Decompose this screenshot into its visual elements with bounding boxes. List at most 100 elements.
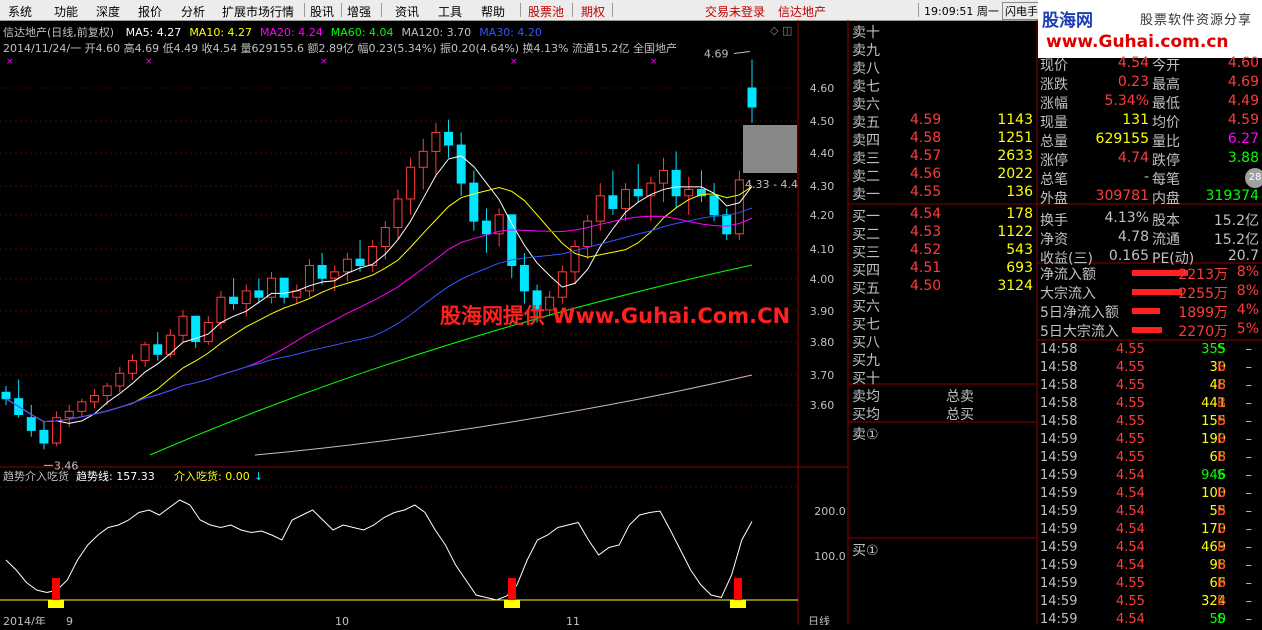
quote-label: 内盘 [1152,191,1180,207]
signal-mark: × [145,57,153,67]
notification-badge[interactable]: 28 [1245,168,1262,188]
buy-queue-label: 买① [852,543,879,559]
bid-label: 买五 [852,281,880,297]
ask-volume: 136 [1006,184,1033,200]
flow-label: 大宗流入 [1040,286,1096,302]
trend-line [5,499,753,601]
quote-label: 股本 [1152,213,1180,229]
ask-level[interactable]: 卖一 4.55 136 [852,184,1036,203]
ask-volume: 1251 [997,130,1033,146]
tick-price: 4.55 [1116,414,1145,429]
indicator-tick: 100.0 [814,550,846,563]
ask-price: 4.57 [910,148,942,164]
quote-value: 20.7 [1227,248,1259,264]
ask-label: 卖五 [852,115,880,131]
indicator-buy-label: 介入吃货: 0.00 [174,469,250,483]
tick-price: 4.55 [1116,432,1145,447]
bid-label: 买七 [852,317,880,333]
flow-percent: 4% [1236,302,1259,318]
tick-side: S [1217,342,1226,357]
candle-body [39,429,49,444]
tick-dash: – [1245,396,1253,411]
candle-body [77,401,87,412]
indicator-arrow: ↓ [254,470,263,483]
quote-value: 6.27 [1227,131,1259,147]
bid-level[interactable]: 买二 4.53 1122 [852,224,1036,243]
ask-price: 4.55 [910,184,942,200]
tick-time: 14:59 [1040,504,1078,519]
watermark: 股海网提供 Www.Guhai.Com.CN [440,304,791,328]
ask-level[interactable]: 卖三 4.57 2633 [852,148,1036,167]
total-bid-label: 总买 [946,407,974,423]
bid-level[interactable]: 买八 [852,332,1036,351]
tick-dash: – [1245,414,1253,429]
tick-dash: – [1245,504,1253,519]
tick-row: 14:59 4.54 469 B – [1040,540,1262,558]
quote-label: 净资 [1040,232,1068,248]
buy-signal-base [504,600,520,608]
tick-price: 4.55 [1116,594,1145,609]
quote-label: 现价 [1040,58,1068,74]
tick-time: 14:58 [1040,360,1078,375]
tick-row: 14:58 4.55 441 B – [1040,396,1262,414]
tick-dash: – [1245,432,1253,447]
ask-volume: 2633 [997,148,1033,164]
quote-value: 309781 [1095,188,1149,204]
ask-label: 卖二 [852,169,880,185]
tick-row: 14:58 4.55 30 B – [1040,360,1262,378]
bid-level[interactable]: 买一 4.54 178 [852,206,1036,225]
bid-level[interactable]: 买三 4.52 543 [852,242,1036,261]
ask-level[interactable]: 卖九 [852,40,1036,59]
tick-price: 4.54 [1116,468,1145,483]
price-tick: 4.60 [810,82,835,95]
bid-level[interactable]: 买六 [852,296,1036,315]
buy-signal-base [730,600,746,608]
ask-level[interactable]: 卖四 4.58 1251 [852,130,1036,149]
tick-side: B [1217,540,1226,555]
flow-label: 5日大宗流入 [1040,324,1119,340]
ask-level[interactable]: 卖六 [852,94,1036,113]
bid-label: 买一 [852,209,880,225]
quote-value: - [1143,169,1149,185]
candle-body [254,290,264,298]
ask-level[interactable]: 卖八 [852,58,1036,77]
quote-row: 总笔-每笔- [1040,169,1262,188]
bid-level[interactable]: 买七 [852,314,1036,333]
tick-row: 14:59 4.54 946 S – [1040,468,1262,486]
bid-volume: 693 [1006,260,1033,276]
bid-level[interactable]: 买四 4.51 693 [852,260,1036,279]
flow-value: 1899万 [1178,305,1228,321]
tick-side: B [1217,576,1226,591]
ask-level[interactable]: 卖五 4.59 1143 [852,112,1036,131]
bid-level[interactable]: 买十 [852,368,1036,387]
candle-body [456,144,466,184]
candle-body [722,214,732,235]
candle-body [608,195,618,209]
candle-body [267,277,277,298]
candle-body [671,169,681,197]
quote-value: 4.59 [1227,112,1259,128]
tick-time: 14:59 [1040,450,1078,465]
ask-level[interactable]: 卖二 4.56 2022 [852,166,1036,185]
tick-dash: – [1245,468,1253,483]
bid-volume: 178 [1006,206,1033,222]
ask-level[interactable]: 卖七 [852,76,1036,95]
ask-level[interactable]: 卖十 [852,22,1036,41]
quote-value: 4.69 [1227,74,1259,90]
date-label: 2014/年 [3,614,46,625]
sell-queue-label: 卖① [852,427,879,443]
tick-time: 14:59 [1040,432,1078,447]
bid-level[interactable]: 买九 [852,350,1036,369]
bid-volume: 1122 [997,224,1033,240]
fund-flow-row: 5日大宗流入 2270万 5% [1040,321,1262,340]
price-tick: 4.50 [810,115,835,128]
flow-value: 2255万 [1178,286,1228,302]
ask-volume: 1143 [997,112,1033,128]
candle-body [127,360,137,374]
candle-body [178,315,188,336]
tick-time: 14:59 [1040,522,1078,537]
quote-value: 4.60 [1227,55,1259,71]
buy-signal-base [48,600,64,608]
bid-level[interactable]: 买五 4.50 3124 [852,278,1036,297]
tick-side: B [1217,378,1226,393]
